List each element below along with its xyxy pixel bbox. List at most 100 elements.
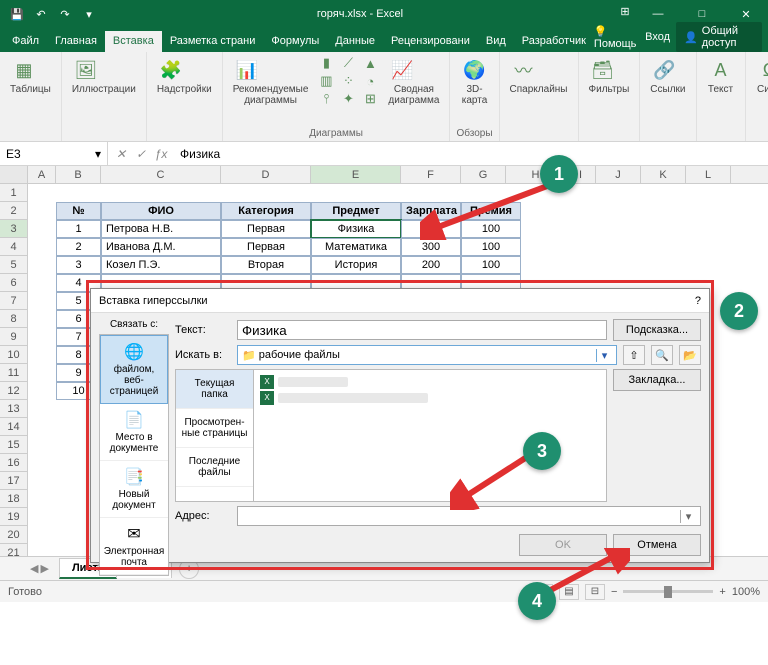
- pie-chart-icon[interactable]: ◔: [360, 72, 380, 90]
- filters-button[interactable]: 🗃Фильтры: [585, 54, 634, 97]
- ribbon-options-icon[interactable]: ⊞: [614, 0, 636, 22]
- page-break-icon[interactable]: ⊟: [585, 584, 605, 600]
- row-header[interactable]: 4: [0, 238, 27, 256]
- illustrations-button[interactable]: 🖼Иллюстрации: [68, 54, 140, 97]
- table-header[interactable]: №: [56, 202, 101, 220]
- table-cell[interactable]: 3: [56, 256, 101, 274]
- link-web-option[interactable]: 🌐файлом, веб-страницей: [100, 335, 168, 404]
- up-folder-icon[interactable]: ⇧: [623, 345, 645, 365]
- col-header[interactable]: K: [641, 166, 686, 183]
- scatter-chart-icon[interactable]: ⁘: [338, 72, 358, 90]
- zoom-level[interactable]: 100%: [732, 586, 760, 598]
- column-chart-icon[interactable]: ▥: [316, 72, 336, 90]
- bookmark-button[interactable]: Закладка...: [613, 369, 701, 391]
- display-text-input[interactable]: [237, 320, 607, 340]
- table-cell[interactable]: 300: [401, 220, 461, 238]
- table-cell[interactable]: Вторая: [221, 256, 311, 274]
- list-item[interactable]: X: [258, 390, 602, 406]
- tab-layout[interactable]: Разметка страни: [162, 31, 264, 52]
- share-button[interactable]: 👤 Общий доступ: [676, 22, 762, 52]
- qat-dropdown-icon[interactable]: ▾: [78, 3, 100, 25]
- table-cell[interactable]: Физика: [311, 220, 401, 238]
- row-header[interactable]: 13: [0, 400, 27, 418]
- table-cell[interactable]: 200: [401, 256, 461, 274]
- col-header[interactable]: L: [686, 166, 731, 183]
- text-button[interactable]: AТекст: [703, 54, 739, 97]
- table-header[interactable]: Зарплата: [401, 202, 461, 220]
- dialog-help-icon[interactable]: ?: [695, 289, 701, 312]
- name-box[interactable]: ▾: [0, 142, 108, 165]
- area-chart-icon[interactable]: ▲: [360, 54, 380, 72]
- row-header[interactable]: 9: [0, 328, 27, 346]
- tab-file[interactable]: Файл: [4, 31, 47, 52]
- row-header[interactable]: 7: [0, 292, 27, 310]
- table-cell[interactable]: 1: [56, 220, 101, 238]
- list-item[interactable]: X: [258, 374, 602, 390]
- tab-developer[interactable]: Разработчик: [514, 31, 594, 52]
- row-header[interactable]: 15: [0, 436, 27, 454]
- col-header[interactable]: F: [401, 166, 461, 183]
- browsed-pages-tab[interactable]: Просмотрен-ные страницы: [176, 409, 253, 448]
- screentip-button[interactable]: Подсказка...: [613, 319, 701, 341]
- 3d-map-button[interactable]: 🌍3D-карта: [456, 54, 492, 108]
- table-header[interactable]: Премия: [461, 202, 521, 220]
- zoom-in-icon[interactable]: +: [719, 586, 725, 598]
- link-newdoc-option[interactable]: 📑Новый документ: [100, 461, 168, 518]
- row-header[interactable]: 21: [0, 544, 27, 556]
- row-header[interactable]: 19: [0, 508, 27, 526]
- row-header[interactable]: 20: [0, 526, 27, 544]
- col-header[interactable]: D: [221, 166, 311, 183]
- link-place-option[interactable]: 📄Место в документе: [100, 404, 168, 461]
- ok-button[interactable]: OK: [519, 534, 607, 556]
- browse-file-icon[interactable]: 📂: [679, 345, 701, 365]
- table-cell[interactable]: Математика: [311, 238, 401, 256]
- row-header[interactable]: 11: [0, 364, 27, 382]
- links-button[interactable]: 🔗Ссылки: [646, 54, 689, 97]
- help-indicator[interactable]: 💡 Помощь: [594, 25, 639, 50]
- row-header[interactable]: 17: [0, 472, 27, 490]
- undo-icon[interactable]: ↶: [30, 3, 52, 25]
- formula-input[interactable]: [180, 147, 762, 161]
- row-header[interactable]: 14: [0, 418, 27, 436]
- combo-chart-icon[interactable]: ⊞: [360, 90, 380, 108]
- fx-icon[interactable]: ƒx: [152, 147, 170, 161]
- table-header[interactable]: Категория: [221, 202, 311, 220]
- col-header[interactable]: C: [101, 166, 221, 183]
- row-header[interactable]: 18: [0, 490, 27, 508]
- table-cell[interactable]: 2: [56, 238, 101, 256]
- col-header[interactable]: J: [596, 166, 641, 183]
- col-header[interactable]: G: [461, 166, 506, 183]
- enter-formula-icon[interactable]: ✓: [132, 147, 150, 161]
- radar-chart-icon[interactable]: ✦: [338, 90, 358, 108]
- col-header[interactable]: E: [311, 166, 401, 183]
- select-all-corner[interactable]: [0, 166, 28, 183]
- sparklines-button[interactable]: 〰Спарклайны: [506, 54, 572, 97]
- signin-link[interactable]: Вход: [645, 31, 670, 43]
- table-cell[interactable]: Петрова Н.В.: [101, 220, 221, 238]
- table-cell[interactable]: 300: [401, 238, 461, 256]
- table-cell[interactable]: 100: [461, 256, 521, 274]
- tab-view[interactable]: Вид: [478, 31, 514, 52]
- link-email-option[interactable]: ✉Электронная почта: [100, 518, 168, 575]
- tab-review[interactable]: Рецензировани: [383, 31, 478, 52]
- cancel-formula-icon[interactable]: ✕: [112, 147, 130, 161]
- row-header[interactable]: 16: [0, 454, 27, 472]
- address-input[interactable]: [242, 509, 680, 524]
- line-chart-icon[interactable]: ⟋: [338, 54, 358, 72]
- redo-icon[interactable]: ↷: [54, 3, 76, 25]
- current-folder-tab[interactable]: Текущая папка: [176, 370, 253, 409]
- table-header[interactable]: Предмет: [311, 202, 401, 220]
- page-layout-icon[interactable]: ▤: [559, 584, 579, 600]
- table-cell[interactable]: История: [311, 256, 401, 274]
- addins-button[interactable]: 🧩Надстройки: [153, 54, 216, 97]
- row-header[interactable]: 5: [0, 256, 27, 274]
- table-cell[interactable]: 100: [461, 220, 521, 238]
- row-header[interactable]: 3: [0, 220, 27, 238]
- chevron-down-icon[interactable]: ▾: [680, 510, 696, 523]
- table-header[interactable]: ФИО: [101, 202, 221, 220]
- table-cell[interactable]: Первая: [221, 220, 311, 238]
- folder-combo[interactable]: 📁 рабочие файлы ▾: [237, 345, 617, 365]
- row-header[interactable]: 1: [0, 184, 27, 202]
- col-header[interactable]: B: [56, 166, 101, 183]
- table-cell[interactable]: Иванова Д.М.: [101, 238, 221, 256]
